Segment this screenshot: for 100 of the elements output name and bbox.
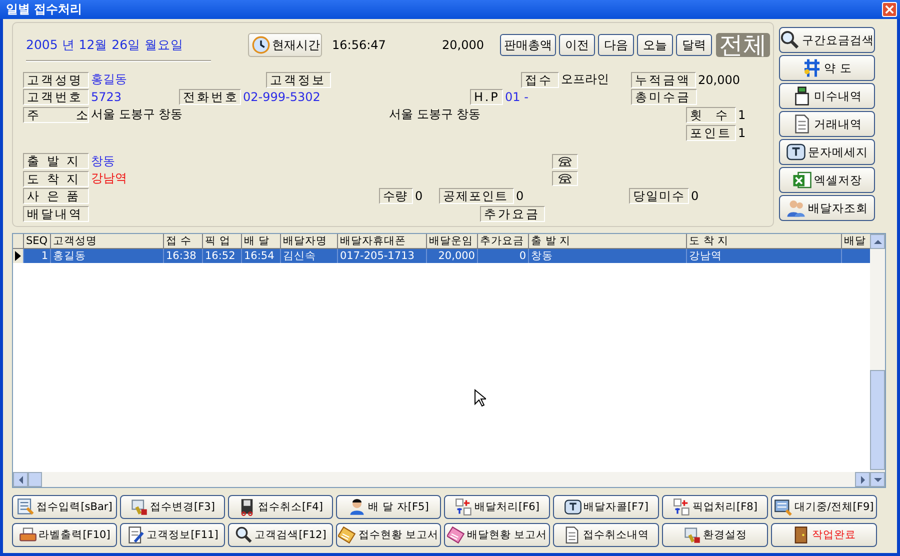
- crossed-lines-icon: [802, 58, 822, 78]
- field-value: 1: [737, 108, 746, 122]
- document-icon: [792, 114, 812, 134]
- column-header[interactable]: 추가요금: [478, 234, 528, 248]
- column-header[interactable]: 도 착 지: [686, 234, 842, 248]
- column-header[interactable]: SEQ: [24, 234, 50, 248]
- table-cell: 창동: [528, 248, 686, 263]
- toolbar-button[interactable]: 접수변경[F3]: [120, 495, 225, 519]
- table-cell: 16:38: [164, 248, 202, 263]
- field-label: 누적금액: [631, 72, 696, 88]
- field-value: 창동: [90, 152, 116, 170]
- table-cell: 20,000: [426, 248, 478, 263]
- nav-button[interactable]: 달력: [676, 34, 712, 56]
- field-label: H.P: [470, 89, 503, 106]
- close-button[interactable]: [882, 2, 897, 17]
- toolbar-button[interactable]: 대기중/전체[F9]: [771, 495, 877, 519]
- column-header[interactable]: 배달자명: [280, 234, 338, 248]
- field-label: 횟 수: [686, 106, 736, 123]
- toolbar-button[interactable]: 접수입력[sBar]: [12, 495, 117, 519]
- field-label: 총미수금: [631, 89, 697, 106]
- date-text: 2005 년 12월 26일 월요일: [25, 36, 185, 54]
- field-label: 포인트: [686, 124, 736, 141]
- person-icon: [348, 498, 366, 516]
- monitor-icon: [774, 498, 792, 516]
- field-value: 01 -: [504, 90, 530, 104]
- side-button[interactable]: 구간요금검색: [779, 27, 875, 53]
- printer-icon: [18, 526, 37, 544]
- clock-icon: [252, 36, 270, 54]
- side-button[interactable]: 배달자조회: [779, 195, 875, 221]
- list-icon: [16, 498, 35, 516]
- toolbar-button[interactable]: 픽업처리[F8]: [662, 495, 768, 519]
- field-value: 20,000: [697, 72, 740, 87]
- horizontal-scrollbar[interactable]: [13, 472, 870, 487]
- column-header[interactable]: 배달운임: [426, 234, 478, 248]
- field-value: 서울 도봉구 창동: [90, 106, 184, 124]
- search-icon: [780, 30, 800, 50]
- column-header[interactable]: 배달자휴대폰: [338, 234, 426, 248]
- field-value: 5723: [90, 90, 123, 104]
- side-button[interactable]: 엑셀저장: [779, 167, 875, 193]
- field-label: 출 발 지: [23, 153, 89, 170]
- table-cell: 16:54: [242, 248, 280, 263]
- side-button[interactable]: 미수내역: [779, 83, 875, 109]
- table-cell: 1: [24, 248, 50, 263]
- side-button[interactable]: 문자메세지: [779, 139, 875, 165]
- toolbar-button[interactable]: 배달처리[F6]: [444, 495, 550, 519]
- plus-icon: [672, 498, 691, 516]
- toolbar-button[interactable]: 라벨출력[F10]: [12, 523, 117, 547]
- side-button[interactable]: 거래내역: [779, 111, 875, 137]
- plus-icon: [454, 498, 473, 516]
- toolbar-button[interactable]: 작업완료: [771, 523, 877, 547]
- toolbar-button[interactable]: 접수현황 보고서: [336, 523, 441, 547]
- field-value: 서울 도봉구 창동: [388, 106, 482, 124]
- table-row[interactable]: 1 홍길동 16:38 16:52 16:54 김신속 017-205-1713 20,000 0 창동 강남역: [13, 248, 872, 263]
- message-icon: [786, 142, 806, 162]
- field-value: 0: [515, 189, 525, 204]
- column-header[interactable]: 배달: [842, 234, 872, 248]
- field-label: 접수: [521, 72, 559, 88]
- nav-button[interactable]: 다음: [598, 34, 634, 56]
- field-value: 강남역: [90, 170, 128, 188]
- nav-button[interactable]: 판매총액: [500, 34, 556, 56]
- clipboard-icon: [446, 526, 465, 544]
- field-label: 추가요금: [480, 206, 545, 222]
- field-label: 도 착 지: [23, 170, 89, 187]
- table-cell: 홍길동: [50, 248, 164, 263]
- time-text: 16:56:47: [332, 38, 387, 52]
- field-value: 1: [737, 126, 746, 140]
- current-time-button[interactable]: 현재시간: [248, 33, 322, 57]
- column-header[interactable]: 접 수: [164, 234, 202, 248]
- toolbar-button[interactable]: 접수취소내역: [553, 523, 659, 547]
- field-label: 사 은 품: [23, 188, 89, 204]
- toolbar-button[interactable]: 배달자콜[F7]: [553, 495, 659, 519]
- table-cell: 0: [478, 248, 528, 263]
- side-button[interactable]: 약 도: [779, 55, 875, 81]
- table-cell: 16:52: [202, 248, 242, 263]
- field-value: 오프라인: [560, 71, 610, 88]
- field-label: 주 소: [23, 106, 89, 123]
- toolbar-button[interactable]: 배 달 자[F5]: [336, 495, 441, 519]
- nav-button[interactable]: 이전: [559, 34, 595, 56]
- column-header[interactable]: 배 달: [242, 234, 280, 248]
- field-label: 고객정보: [266, 72, 331, 88]
- column-header[interactable]: 픽 업: [202, 234, 242, 248]
- field-label: 전화번호: [179, 89, 241, 106]
- column-header[interactable]: 고객성명: [50, 234, 164, 248]
- phone-button[interactable]: [552, 171, 578, 186]
- toolbar-button[interactable]: 고객검색[F12]: [228, 523, 333, 547]
- door-icon: [792, 526, 810, 544]
- toolbar-button[interactable]: 접수취소[F4]: [228, 495, 333, 519]
- nav-button[interactable]: 오늘: [637, 34, 673, 56]
- vertical-scrollbar[interactable]: [870, 234, 885, 487]
- phone-button[interactable]: [552, 154, 578, 169]
- toolbar-button[interactable]: 배달현황 보고서: [444, 523, 550, 547]
- column-header[interactable]: 출 발 지: [528, 234, 686, 248]
- document-icon: [563, 526, 581, 544]
- message-icon: [564, 498, 582, 516]
- toolbar-button[interactable]: 고객정보[F11]: [120, 523, 225, 547]
- field-label: 배달내역: [23, 206, 89, 222]
- view-label: 전체: [716, 33, 770, 57]
- toolbar-button[interactable]: 환경설정: [662, 523, 768, 547]
- amount-text: 20,000: [442, 38, 485, 52]
- people-icon: [786, 198, 806, 218]
